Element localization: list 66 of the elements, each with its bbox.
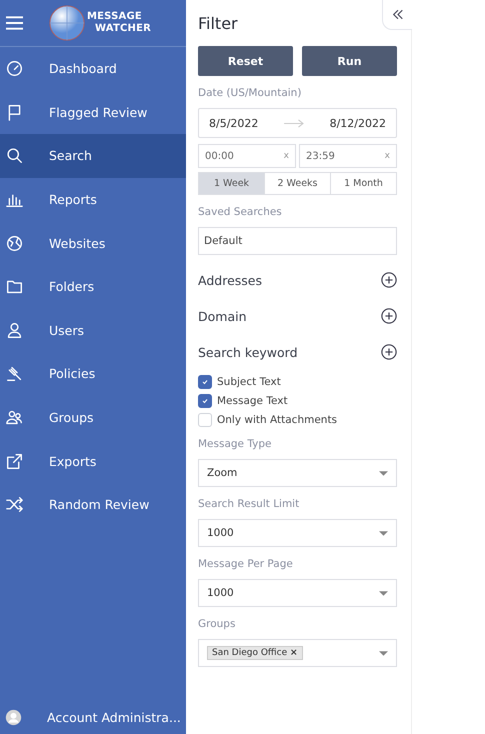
nav-item[interactable]: Search (0, 134, 186, 178)
add-icon[interactable] (381, 308, 397, 324)
group-tag: San Diego Office × (207, 646, 303, 660)
menu-icon[interactable] (6, 16, 23, 30)
nav-item[interactable]: Reports (0, 178, 186, 222)
start-date[interactable]: 8/5/2022 (209, 116, 258, 130)
add-icon[interactable] (381, 344, 397, 360)
nav-item[interactable]: Random Review (0, 482, 186, 527)
nav-item[interactable]: Policies (0, 352, 186, 396)
nav-item[interactable]: Flagged Review (0, 90, 186, 134)
field-label: Message Per Page (198, 558, 294, 570)
user-icon (6, 322, 23, 339)
checkbox[interactable] (198, 375, 212, 389)
account-name[interactable]: Account Administra... (47, 710, 181, 724)
users-icon (6, 409, 23, 426)
time-field[interactable]: 00:00 x (198, 144, 296, 168)
section-title: Search keyword (198, 344, 298, 360)
collapse-button[interactable] (382, 0, 412, 30)
field-label: Search Result Limit (198, 498, 300, 510)
range-button[interactable]: 1 Week (199, 173, 264, 194)
logo: MESSAGE WATCHER (49, 5, 152, 41)
checkbox-label: Subject Text (217, 376, 281, 388)
avatar-icon (5, 708, 22, 726)
nav-item[interactable]: Groups (0, 396, 186, 440)
dropdown[interactable]: 1000 (198, 579, 397, 607)
field-label: Groups (198, 618, 236, 630)
gavel-icon (6, 365, 23, 382)
saved-search-field[interactable]: Default (198, 227, 397, 255)
end-date[interactable]: 8/12/2022 (330, 116, 386, 130)
nav-item[interactable]: Users (0, 308, 186, 352)
field-label: Message Type (198, 438, 272, 450)
date-range-field[interactable]: 8/5/2022 8/12/2022 (198, 108, 397, 138)
caret-icon (379, 470, 388, 476)
clear-button[interactable]: x (284, 151, 289, 161)
nav-item[interactable]: Folders (0, 264, 186, 309)
action-button[interactable]: Reset (198, 46, 293, 76)
folder-icon (6, 278, 23, 296)
nav-item[interactable]: Websites (0, 221, 186, 265)
time-field[interactable]: 23:59 x (299, 144, 397, 168)
export-icon (6, 452, 23, 470)
shuffle-icon (6, 496, 23, 514)
clear-button[interactable]: x (384, 151, 390, 161)
checkbox[interactable] (198, 394, 212, 408)
field-label: Date (US/Mountain) (198, 87, 302, 99)
nav-item[interactable]: Dashboard (0, 47, 186, 91)
arrow-icon (284, 118, 304, 128)
action-button[interactable]: Run (302, 46, 397, 76)
filter-title: Filter (198, 14, 239, 33)
caret-icon (379, 650, 388, 656)
gauge-icon (6, 60, 23, 78)
add-icon[interactable] (381, 272, 397, 288)
caret-icon (379, 590, 388, 596)
dropdown[interactable]: Zoom (198, 459, 397, 487)
globe-icon (6, 234, 23, 252)
section-title: Domain (198, 308, 247, 324)
search-icon (6, 147, 23, 164)
groups-dropdown[interactable]: San Diego Office × (198, 639, 397, 667)
nav-item[interactable]: Exports (0, 439, 186, 483)
caret-icon (379, 530, 388, 536)
flag-icon (6, 104, 23, 121)
dropdown[interactable]: 1000 (198, 519, 397, 547)
checkbox-label: Only with Attachments (217, 414, 338, 426)
checkbox-label: Message Text (217, 395, 288, 407)
double-chevron-icon (392, 9, 404, 20)
field-label: Saved Searches (198, 206, 283, 218)
section-title: Addresses (198, 272, 262, 288)
